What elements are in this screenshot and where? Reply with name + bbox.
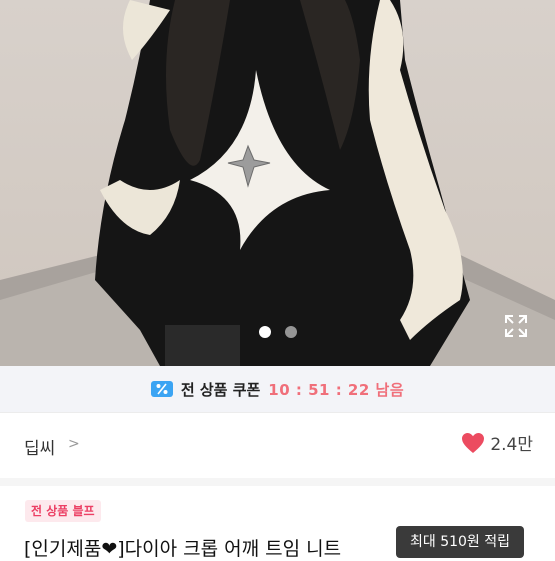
expand-icon[interactable] bbox=[503, 313, 529, 339]
divider bbox=[0, 412, 555, 413]
gallery-pagination bbox=[0, 326, 555, 338]
coupon-countdown: 10 : 51 : 22 남음 bbox=[268, 380, 405, 399]
coupon-timer-banner[interactable]: 전 상품 쿠폰 10 : 51 : 22 남음 bbox=[0, 366, 555, 412]
product-image[interactable] bbox=[0, 0, 555, 366]
product-title: [인기제품❤]다이아 크롭 어깨 트임 니트 bbox=[24, 538, 342, 560]
product-photo bbox=[0, 0, 555, 366]
percent-coupon-icon bbox=[150, 381, 173, 397]
like-count: 2.4만 bbox=[490, 435, 533, 455]
heart-icon bbox=[462, 432, 485, 453]
chevron-right-icon: > bbox=[68, 436, 80, 452]
promo-tag: 전 상품 블프 bbox=[25, 500, 101, 522]
coupon-label: 전 상품 쿠폰 bbox=[180, 380, 261, 399]
like-button[interactable]: 2.4만 bbox=[461, 430, 533, 455]
section-divider bbox=[0, 478, 555, 486]
shop-row[interactable]: 딥씨 > 2.4만 bbox=[0, 418, 555, 470]
page-dot-2[interactable] bbox=[284, 326, 297, 338]
page-dot-1[interactable] bbox=[258, 326, 271, 338]
shop-name[interactable]: 딥씨 bbox=[24, 434, 55, 459]
points-badge[interactable]: 최대 510원 적립 bbox=[396, 526, 525, 558]
